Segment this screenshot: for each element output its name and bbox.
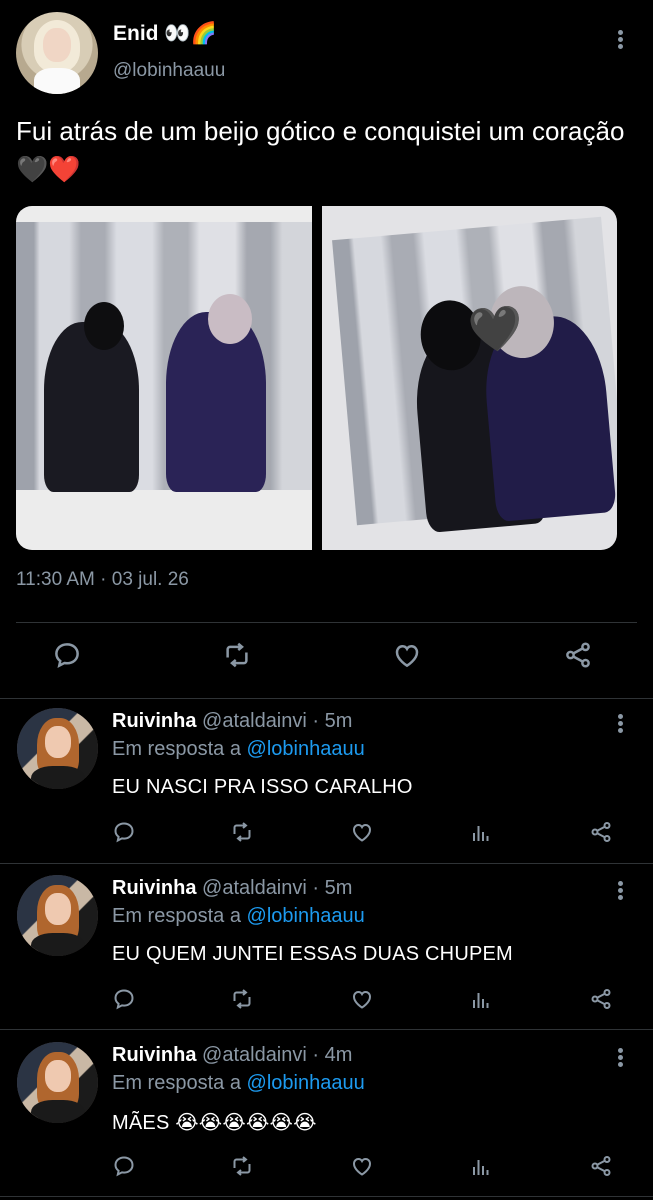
reply-author-handle[interactable]: @ataldainvi: [202, 1044, 307, 1066]
reply-tweet[interactable]: Ruivinha @ataldainvi · 5m Em resposta a …: [0, 865, 653, 1031]
reply-time: · 5m: [312, 877, 353, 899]
avatar-shirt: [34, 68, 80, 94]
photo-right-image: 🖤: [332, 216, 617, 534]
reply-actions: [0, 987, 653, 1017]
reply-avatar[interactable]: [17, 708, 98, 789]
reply-prefix: Em resposta a: [112, 1072, 241, 1094]
reply-prefix: Em resposta a: [112, 905, 241, 927]
reply-icon[interactable]: [52, 640, 92, 680]
reply-time: · 4m: [312, 1044, 353, 1066]
more-icon[interactable]: [610, 712, 630, 740]
person-dark: [44, 322, 139, 492]
reply-tweet[interactable]: Ruivinha @ataldainvi · 4m Em resposta a …: [0, 1032, 653, 1198]
black-heart-sticker: 🖤: [466, 303, 526, 357]
retweet-icon[interactable]: [230, 1154, 258, 1182]
tweet-actions: [0, 640, 653, 680]
reply-to-link[interactable]: @lobinhaauu: [247, 905, 365, 927]
reply-text: MÃES 😭😭😭😭😭😭: [112, 1112, 317, 1134]
heart-icon[interactable]: [392, 640, 432, 680]
author-avatar[interactable]: [16, 12, 98, 94]
heart-icon[interactable]: [350, 1154, 378, 1182]
head-dark: [84, 302, 124, 350]
share-icon[interactable]: [589, 820, 617, 848]
tweet-media[interactable]: 🖤: [16, 206, 617, 550]
reply-to-link[interactable]: @lobinhaauu: [247, 1072, 365, 1094]
avatar-face: [43, 28, 71, 62]
more-icon[interactable]: [610, 879, 630, 907]
retweet-icon[interactable]: [222, 640, 262, 680]
reply-author-name[interactable]: Ruivinha: [112, 710, 196, 732]
reply-context: Em resposta a @lobinhaauu: [112, 738, 365, 761]
more-icon[interactable]: [610, 28, 630, 56]
more-icon[interactable]: [610, 1046, 630, 1074]
author-name[interactable]: Enid 👀🌈: [113, 22, 217, 46]
reply-time: · 5m: [312, 710, 353, 732]
reply-context: Em resposta a @lobinhaauu: [112, 1072, 365, 1095]
photo-right[interactable]: 🖤: [322, 206, 617, 550]
reply-actions: [0, 1154, 653, 1184]
avatar-face: [45, 893, 71, 925]
reply-author-handle[interactable]: @ataldainvi: [202, 710, 307, 732]
head-blond: [208, 294, 252, 344]
avatar-body: [31, 1100, 85, 1123]
reply-actions: [0, 820, 653, 850]
divider: [0, 863, 653, 864]
photo-left[interactable]: [16, 206, 312, 550]
retweet-icon[interactable]: [230, 820, 258, 848]
reply-text: EU NASCI PRA ISSO CARALHO: [112, 776, 413, 798]
tweet-text: Fui atrás de um beijo gótico e conquiste…: [16, 116, 625, 184]
share-icon[interactable]: [563, 640, 603, 680]
reply-context: Em resposta a @lobinhaauu: [112, 905, 365, 928]
avatar-body: [31, 933, 85, 956]
reply-icon[interactable]: [112, 987, 140, 1015]
tweet-timestamp[interactable]: 11:30 AM · 03 jul. 26: [16, 569, 189, 591]
heart-icon[interactable]: [350, 820, 378, 848]
reply-author-name[interactable]: Ruivinha: [112, 877, 196, 899]
share-icon[interactable]: [589, 1154, 617, 1182]
photo-left-image: [16, 222, 312, 492]
reply-icon[interactable]: [112, 1154, 140, 1182]
heart-icon[interactable]: [350, 987, 378, 1015]
reply-header: Ruivinha @ataldainvi · 5m: [112, 877, 352, 900]
reply-prefix: Em resposta a: [112, 738, 241, 760]
reply-header: Ruivinha @ataldainvi · 4m: [112, 1044, 352, 1067]
share-icon[interactable]: [589, 987, 617, 1015]
reply-text: EU QUEM JUNTEI ESSAS DUAS CHUPEM: [112, 943, 513, 965]
divider: [16, 622, 637, 623]
avatar-body: [31, 766, 85, 789]
avatar-face: [45, 726, 71, 758]
retweet-icon[interactable]: [230, 987, 258, 1015]
reply-to-link[interactable]: @lobinhaauu: [247, 738, 365, 760]
main-tweet: Enid 👀🌈 @lobinhaauu Fui atrás de um beij…: [0, 0, 653, 698]
reply-icon[interactable]: [112, 820, 140, 848]
reply-author-name[interactable]: Ruivinha: [112, 1044, 196, 1066]
author-handle[interactable]: @lobinhaauu: [113, 60, 225, 82]
views-icon[interactable]: [469, 1154, 497, 1182]
divider: [0, 1029, 653, 1030]
avatar-face: [45, 1060, 71, 1092]
reply-avatar[interactable]: [17, 1042, 98, 1123]
views-icon[interactable]: [469, 820, 497, 848]
reply-avatar[interactable]: [17, 875, 98, 956]
reply-author-handle[interactable]: @ataldainvi: [202, 877, 307, 899]
reply-tweet[interactable]: Ruivinha @ataldainvi · 5m Em resposta a …: [0, 698, 653, 864]
views-icon[interactable]: [469, 987, 497, 1015]
divider: [0, 1196, 653, 1197]
reply-header: Ruivinha @ataldainvi · 5m: [112, 710, 352, 733]
